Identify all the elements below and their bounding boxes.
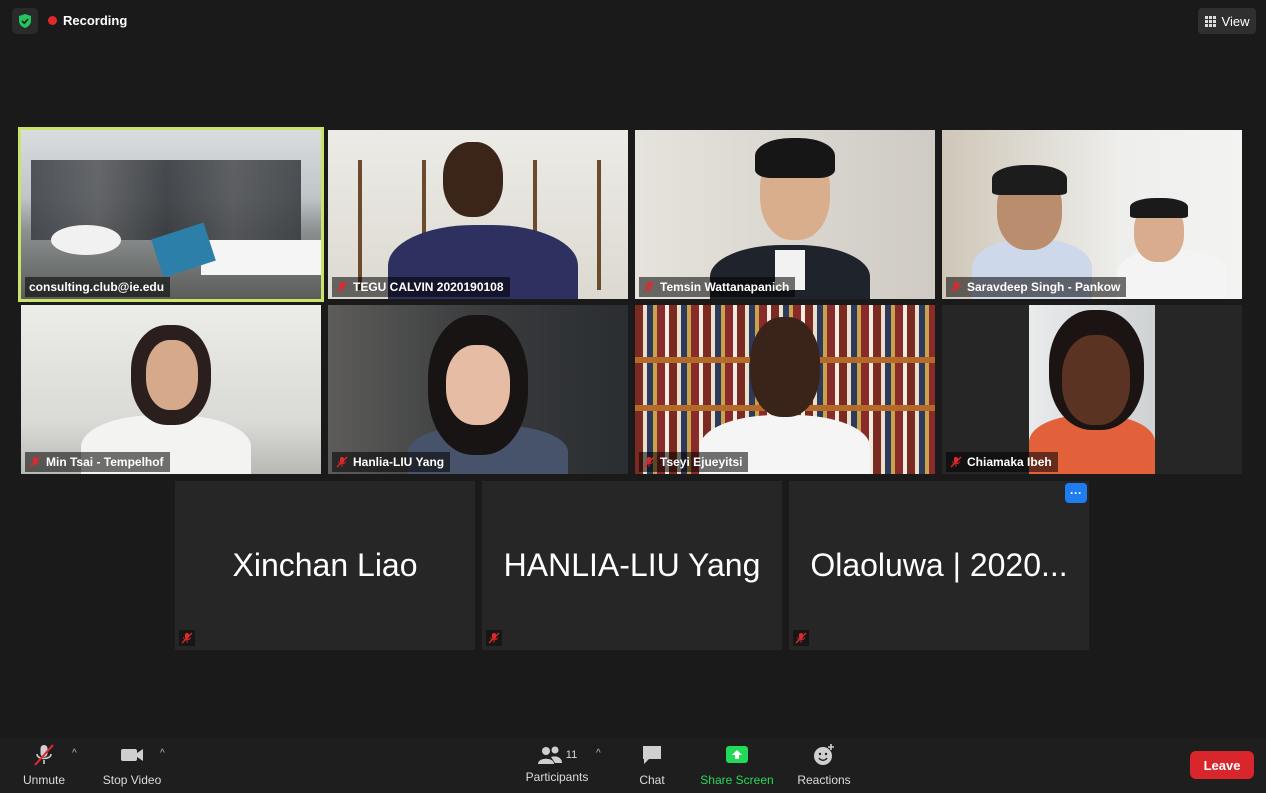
share-screen-button[interactable]: Share Screen (696, 743, 778, 787)
video-feed (328, 305, 628, 474)
participants-button[interactable]: 11 Participants (520, 743, 594, 784)
mic-off-icon (336, 281, 348, 293)
stop-video-label: Stop Video (102, 773, 162, 787)
video-tile-chiamaka[interactable]: Chiamaka Ibeh (942, 305, 1242, 474)
reactions-label: Reactions (797, 773, 851, 787)
participant-name: consulting.club@ie.edu (29, 280, 165, 294)
participant-display-name: HANLIA-LIU Yang (503, 547, 761, 583)
recording-dot-icon (48, 16, 57, 25)
video-feed (21, 130, 321, 299)
stop-video-button[interactable]: Stop Video (98, 743, 166, 787)
participant-name-plate: Hanlia-LIU Yang (332, 452, 451, 472)
recording-indicator[interactable]: Recording (48, 13, 127, 28)
participants-label: Participants (525, 770, 589, 784)
participant-name-plate: Temsin Wattanapanich (639, 277, 796, 297)
chat-button[interactable]: Chat (630, 743, 674, 787)
reactions-button[interactable]: Reactions (793, 743, 855, 787)
mic-off-icon (950, 281, 962, 293)
more-options-button[interactable]: ··· (1065, 483, 1087, 503)
chat-icon (643, 746, 661, 764)
video-feed (21, 305, 321, 474)
video-tile-saravdeep[interactable]: Saravdeep Singh - Pankow (942, 130, 1242, 299)
participants-icon (537, 746, 562, 764)
participant-name: Tseyi Ejueyitsi (660, 455, 743, 469)
grid-icon (1204, 15, 1216, 27)
mic-off-icon (643, 456, 655, 468)
mic-off-icon (950, 456, 962, 468)
participant-name-plate: Saravdeep Singh - Pankow (946, 277, 1127, 297)
participants-count: 11 (565, 749, 578, 761)
video-tile-temsin[interactable]: Temsin Wattanapanich (635, 130, 935, 299)
participant-name-plate: TEGU CALVIN 2020190108 (332, 277, 510, 297)
view-label: View (1221, 13, 1250, 29)
participant-name: Hanlia-LIU Yang (353, 455, 445, 469)
view-button[interactable]: View (1198, 8, 1256, 34)
participant-name: Temsin Wattanapanich (660, 280, 790, 294)
video-feed (635, 305, 935, 474)
recording-label: Recording (63, 13, 128, 28)
reactions-icon (814, 744, 834, 765)
video-feed (1029, 305, 1155, 474)
video-feed (328, 130, 628, 299)
participant-name: Min Tsai - Tempelhof (46, 455, 164, 469)
video-tile-xinchan-liao[interactable]: Xinchan Liao (175, 481, 475, 650)
participant-name-plate: Min Tsai - Tempelhof (25, 452, 170, 472)
video-icon (121, 749, 143, 761)
video-options-chevron-icon[interactable]: ^ (160, 748, 165, 759)
video-tile-hanlia-liu-yang[interactable]: Hanlia-LIU Yang (328, 305, 628, 474)
participants-options-chevron-icon[interactable]: ^ (596, 748, 601, 759)
audio-options-chevron-icon[interactable]: ^ (72, 748, 77, 759)
mic-off-icon (336, 456, 348, 468)
participant-name: Saravdeep Singh - Pankow (967, 280, 1121, 294)
meeting-toolbar: Unmute ^ Stop Video ^ 11 Participants ^ … (0, 738, 1266, 793)
mic-off-icon (643, 281, 655, 293)
video-feed (635, 130, 935, 299)
participant-name-plate: Tseyi Ejueyitsi (639, 452, 749, 472)
share-screen-label: Share Screen (700, 773, 774, 787)
participant-name: TEGU CALVIN 2020190108 (353, 280, 504, 294)
participant-name-plate: Chiamaka Ibeh (946, 452, 1058, 472)
leave-button[interactable]: Leave (1190, 751, 1254, 779)
video-tile-consulting-club[interactable]: consulting.club@ie.edu (21, 130, 321, 299)
video-tile-min-tsai[interactable]: Min Tsai - Tempelhof (21, 305, 321, 474)
unmute-button[interactable]: Unmute (18, 743, 70, 787)
video-feed (942, 130, 1242, 299)
participant-name-plate: consulting.club@ie.edu (25, 277, 171, 297)
mic-off-icon (29, 456, 41, 468)
video-tile-tegu-calvin[interactable]: TEGU CALVIN 2020190108 (328, 130, 628, 299)
share-screen-icon (726, 746, 748, 763)
video-tile-tseyi[interactable]: Tseyi Ejueyitsi (635, 305, 935, 474)
top-bar: Recording View (0, 0, 1266, 42)
shield-icon[interactable] (12, 8, 38, 34)
mic-off-icon (179, 630, 195, 646)
mic-off-icon (486, 630, 502, 646)
participant-display-name: Xinchan Liao (232, 547, 418, 583)
participant-name: Chiamaka Ibeh (967, 455, 1052, 469)
participant-display-name: Olaoluwa | 2020... (810, 547, 1068, 583)
unmute-label: Unmute (22, 773, 66, 787)
video-tile-hanlia-liu-yang-2[interactable]: HANLIA-LIU Yang (482, 481, 782, 650)
mic-off-icon (34, 744, 54, 766)
mic-off-icon (793, 630, 809, 646)
chat-label: Chat (639, 773, 665, 787)
video-tile-olaoluwa[interactable]: Olaoluwa | 2020... ··· (789, 481, 1089, 650)
